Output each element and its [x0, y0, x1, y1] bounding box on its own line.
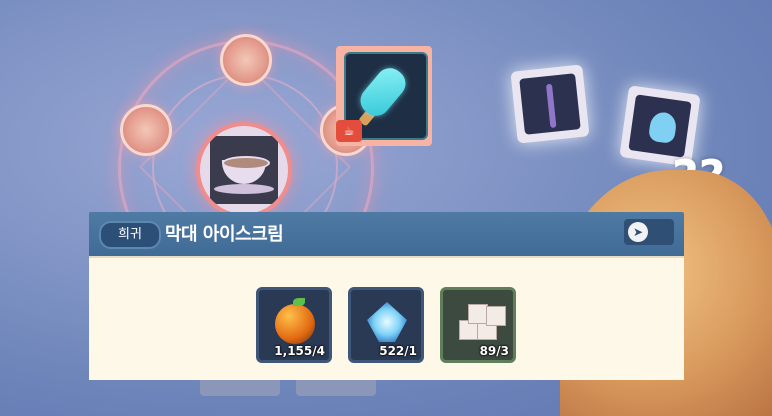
- ingredient-count: 522/1: [379, 344, 417, 358]
- ingredient-slot-sugar-cubes[interactable]: 89/3: [440, 287, 516, 363]
- ingredients-list: 1,155/4 522/1 89/3: [89, 256, 684, 380]
- rarity-badge: 희귀: [99, 221, 161, 249]
- ingredient-slot-ice-crystal[interactable]: 522/1: [348, 287, 424, 363]
- cooking-badge-icon: ☕: [336, 120, 362, 142]
- potion-bottle-icon: [647, 110, 678, 145]
- pin-button[interactable]: ➤: [624, 219, 674, 245]
- item-title: 막대 아이스크림: [165, 224, 284, 245]
- apple-leaf: [293, 298, 305, 306]
- chef-hat-node-icon[interactable]: [220, 34, 272, 86]
- recipe-node-left-icon[interactable]: [120, 104, 172, 156]
- lavender-card: [510, 64, 590, 144]
- ingredient-count: 89/3: [479, 344, 509, 358]
- teacup-icon: [210, 136, 278, 204]
- ingredient-slot-golden-apple[interactable]: 1,155/4: [256, 287, 332, 363]
- tooltip-header: 희귀 막대 아이스크림 ➤: [89, 212, 684, 256]
- lavender-icon: [545, 83, 557, 129]
- ice-crystal-icon: [367, 302, 407, 342]
- item-tooltip-panel: 희귀 막대 아이스크림 ➤ 1,155/4 522/1 89/3: [89, 212, 684, 380]
- golden-apple-icon: [275, 304, 315, 344]
- pin-icon: ➤: [628, 222, 648, 242]
- teacup-recipe-slot[interactable]: [196, 122, 292, 218]
- ingredient-count: 1,155/4: [274, 344, 325, 358]
